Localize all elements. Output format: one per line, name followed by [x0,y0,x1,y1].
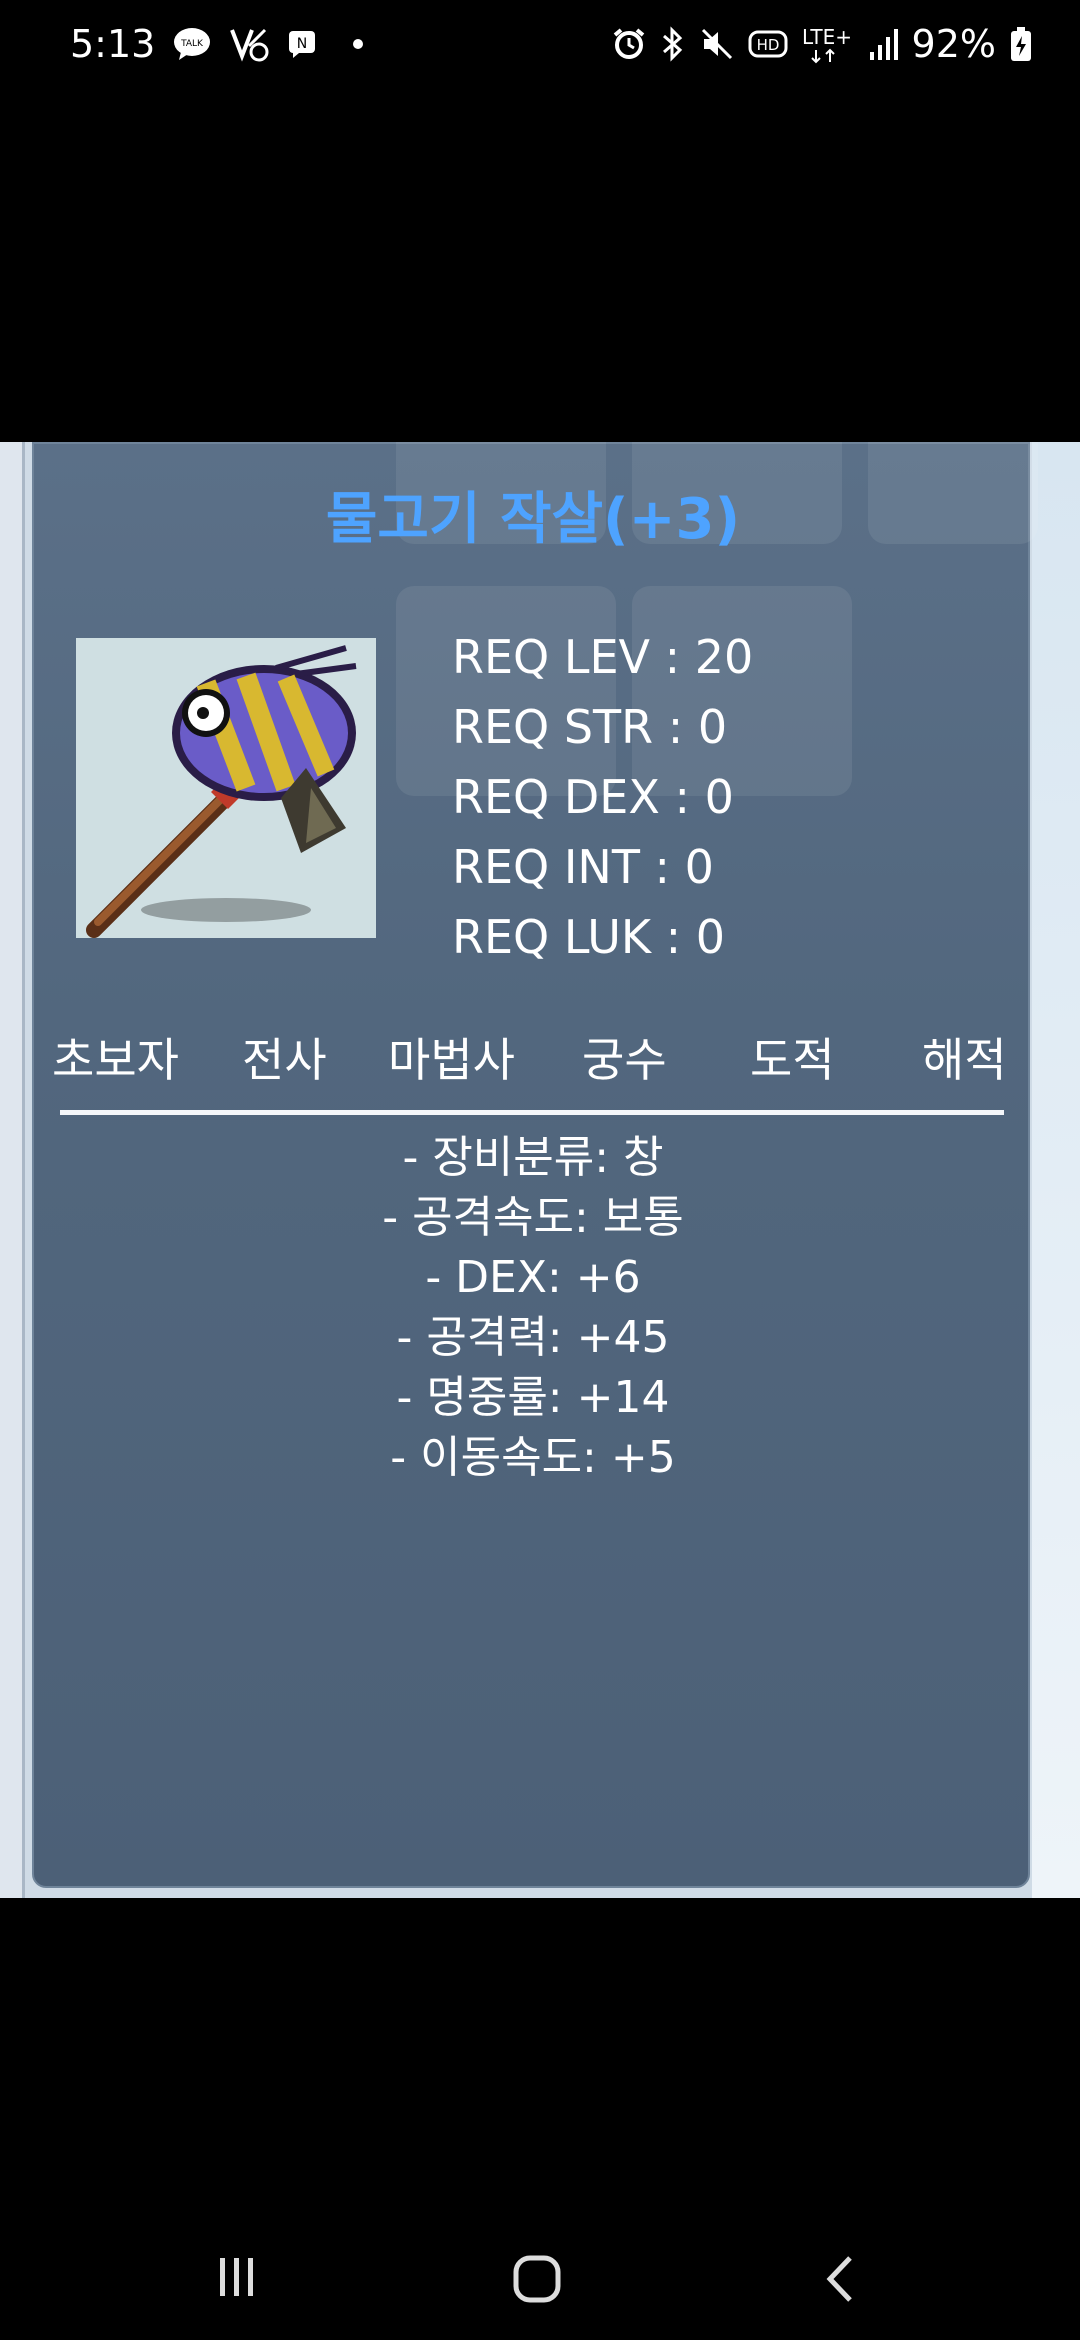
message-icon: N [287,29,317,59]
stat-dex: - DEX: +6 [425,1252,641,1303]
status-bar: 5:13 TALK N HD LTE+ 92% [0,0,1080,100]
stat-speed: - 이동속도: +5 [390,1432,676,1483]
signal-icon [868,28,898,60]
requirements-list: REQ LEV : 20 REQ STR : 0 REQ DEX : 0 REQ… [452,622,753,972]
job-archer: 궁수 [582,1033,667,1087]
battery-percent: 92% [911,22,996,66]
divider [60,1110,1004,1115]
svg-text:TALK: TALK [180,39,204,49]
dot-icon [353,39,364,49]
navigation-bar [0,2200,1080,2340]
item-title: 물고기 작살(+3) [325,487,741,552]
lte-icon: LTE+ [802,24,854,64]
job-magician: 마법사 [388,1033,515,1087]
stat-accuracy: - 명중률: +14 [396,1372,670,1423]
fish-harpoon-icon [76,638,376,938]
hd-icon: HD [748,29,788,59]
job-classes: 초보자 전사 마법사 궁수 도적 해적 [34,1024,1032,1094]
job-pirate: 해적 [922,1033,1007,1087]
mute-icon [700,27,734,61]
alarm-icon [612,27,646,61]
talk-icon: TALK [173,27,211,61]
bluetooth-icon [660,26,686,62]
svg-text:LTE+: LTE+ [802,25,852,49]
req-level: REQ LEV : 20 [452,630,754,684]
stat-attack: - 공격력: +45 [396,1312,670,1363]
job-warrior: 전사 [242,1033,327,1087]
stat-attack-speed: - 공격속도: 보통 [382,1192,684,1243]
req-str: REQ STR : 0 [452,700,728,754]
background-sky [1032,442,1080,1898]
req-int: REQ INT : 0 [452,840,714,894]
home-icon[interactable] [512,2254,562,2308]
job-beginner: 초보자 [52,1033,179,1087]
req-luk: REQ LUK : 0 [452,910,726,964]
recent-apps-icon[interactable] [214,2254,260,2304]
job-thief: 도적 [750,1033,835,1087]
battery-icon [1010,26,1032,62]
item-stats: - 장비분류: 창 - 공격속도: 보통 - DEX: +6 - 공격력: +4… [34,1128,1032,1488]
svg-text:N: N [297,36,307,52]
svg-text:HD: HD [756,36,779,54]
game-screenshot: 물고기 작살(+3) REQ LEV: 20 REQ STR: 0 REQ … [0,442,1080,1898]
back-icon[interactable] [822,2254,858,2308]
stat-equip-type: - 장비분류: 창 [402,1132,664,1183]
clock: 5:13 [70,22,156,66]
req-dex: REQ DEX : 0 [452,770,734,824]
volte-icon [229,26,269,62]
item-tooltip: 물고기 작살(+3) REQ LEV: 20 REQ STR: 0 REQ … [32,442,1038,1888]
left-edge [0,442,25,1898]
